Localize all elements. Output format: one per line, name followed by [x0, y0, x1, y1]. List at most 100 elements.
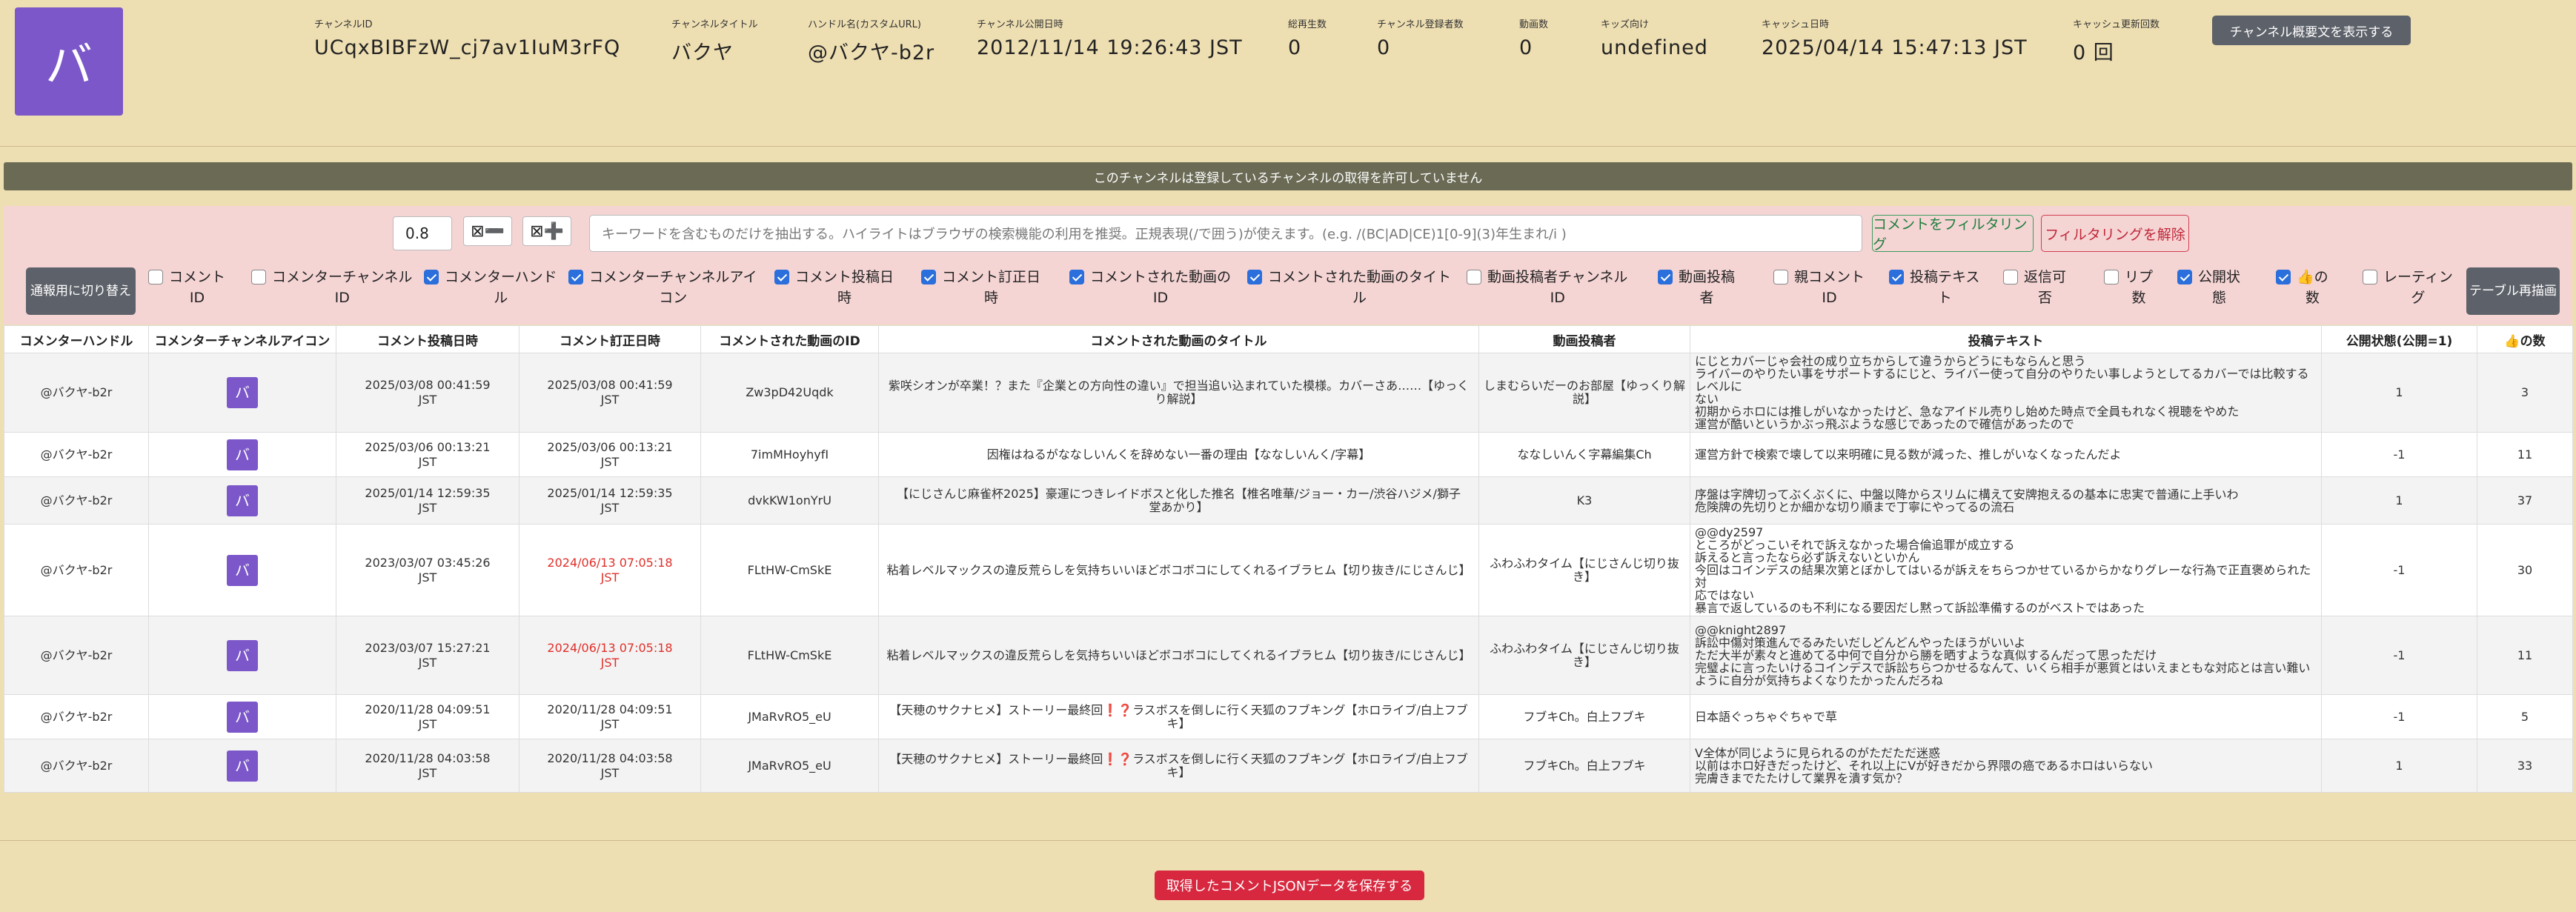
switch-report-mode-button[interactable]: 通報用に切り替え [26, 267, 136, 315]
column-toggle-checkbox[interactable] [1247, 270, 1262, 284]
cell-posted: 2025/03/06 00:13:21 JST [336, 432, 519, 477]
column-toggle[interactable]: コメンターハンド ル [424, 267, 557, 308]
table-row[interactable]: @バクヤ-b2r バ 2025/03/06 00:13:21 JST 2025/03/… [4, 432, 2573, 477]
column-header[interactable]: 投稿テキスト [1690, 325, 2322, 353]
column-header[interactable]: コメント訂正日時 [519, 325, 701, 353]
commenter-avatar[interactable]: バ [227, 377, 258, 408]
column-toggle[interactable]: 公開状 態 [2177, 267, 2240, 308]
cell-handle: @バクヤ-b2r [4, 694, 149, 739]
commenter-avatar[interactable]: バ [227, 750, 258, 782]
column-toggle[interactable]: コメントされた動画の ID [1069, 267, 1231, 308]
cell-posted: 2020/11/28 04:09:51 JST [336, 694, 519, 739]
column-toggle[interactable]: 動画投稿者チャンネル ID [1467, 267, 1627, 308]
cell-uploader: K3 [1478, 476, 1690, 525]
cell-public: -1 [2321, 432, 2477, 477]
table-row[interactable]: @バクヤ-b2r バ 2023/03/07 03:45:26 JST 2024/06/… [4, 524, 2573, 616]
column-toggle[interactable]: 返信可 否 [2003, 267, 2066, 308]
threshold-input[interactable]: 0.8 [393, 216, 452, 250]
column-header[interactable]: 👍の数 [2477, 325, 2573, 353]
keyword-search-input[interactable]: キーワードを含むものだけを抽出する。ハイライトはブラウザの検索機能の利用を推奨。… [589, 215, 1862, 252]
cell-text: 日本語ぐっちゃぐちゃで草 [1690, 694, 2322, 739]
column-header[interactable]: コメンターチャンネルアイコン [148, 325, 336, 353]
column-toggle[interactable]: コメンターチャンネル ID [251, 267, 412, 308]
column-toggle-checkbox[interactable] [2363, 270, 2377, 284]
table-row[interactable]: @バクヤ-b2r バ 2025/03/08 00:41:59 JST 2025/03/… [4, 353, 2573, 433]
zoom-out-button[interactable]: ⊠➖ [463, 216, 512, 246]
cell-public: 1 [2321, 353, 2477, 433]
commenter-avatar[interactable]: バ [227, 439, 258, 470]
cell-edited: 2025/01/14 12:59:35 JST [519, 476, 701, 525]
column-header[interactable]: コメントされた動画のID [700, 325, 879, 353]
column-toggle-checkbox[interactable] [1467, 270, 1481, 284]
zoom-in-button[interactable]: ⊠➕ [522, 216, 571, 246]
column-header[interactable]: コメント投稿日時 [336, 325, 519, 353]
cell-text: にじとカバーじゃ会社の成り立ちからして違うからどうにもならんと思う ライバーのや… [1690, 353, 2322, 433]
cell-public: 1 [2321, 476, 2477, 525]
cell-video-id: dvkKW1onYrU [700, 476, 879, 525]
comments-table-wrapper: コメンターハンドル コメンターチャンネルアイコン コメント投稿日時 コメント訂正日時コ… [4, 325, 2573, 793]
cell-likes: 11 [2477, 616, 2573, 695]
column-header[interactable]: 公開状態(公開=1) [2321, 325, 2477, 353]
column-toggle-checkbox[interactable] [148, 270, 163, 284]
column-toggle-checkbox[interactable] [1658, 270, 1673, 284]
commenter-avatar[interactable]: バ [227, 639, 258, 671]
commenter-avatar[interactable]: バ [227, 701, 258, 733]
cell-icon: バ [148, 476, 336, 525]
cell-video-id: JMaRvRO5_eU [700, 694, 879, 739]
cell-handle: @バクヤ-b2r [4, 476, 149, 525]
column-toggle[interactable]: コメントされた動画のタイト ル [1247, 267, 1451, 308]
column-toggle-checkbox[interactable] [2177, 270, 2192, 284]
commenter-avatar[interactable]: バ [227, 554, 258, 586]
channel-field-value: 2025/04/14 15:47:13 JST [1762, 36, 2028, 59]
column-toggle[interactable]: 親コメント ID [1773, 267, 1865, 308]
column-toggle-checkbox[interactable] [2003, 270, 2018, 284]
column-header[interactable]: コメンターハンドル [4, 325, 149, 353]
redraw-table-button[interactable]: テーブル再描画 [2466, 267, 2560, 315]
table-row[interactable]: @バクヤ-b2r バ 2020/11/28 04:09:51 JST 2020/11/… [4, 694, 2573, 739]
column-header[interactable]: コメントされた動画のタイトル [878, 325, 1479, 353]
channel-field-label: チャンネルID [314, 19, 373, 30]
column-toggle-checkbox[interactable] [251, 270, 266, 284]
column-toggle[interactable]: リプ 数 [2104, 267, 2153, 308]
cell-posted: 2025/01/14 12:59:35 JST [336, 476, 519, 525]
table-row[interactable]: @バクヤ-b2r バ 2020/11/28 04:03:58 JST 2020/11/… [4, 739, 2573, 793]
table-row[interactable]: @バクヤ-b2r バ 2023/03/07 15:27:21 JST 2024/06/… [4, 616, 2573, 695]
cell-text: 運営方針で検索で壊して以来明確に見る数が減った、推しがいなくなったんだよ [1690, 432, 2322, 477]
column-toggle-checkbox[interactable] [1069, 270, 1084, 284]
column-toggle-checkbox[interactable] [921, 270, 936, 284]
column-toggle[interactable]: 動画投稿 者 [1658, 267, 1735, 308]
column-toggle[interactable]: コメント訂正日 時 [921, 267, 1040, 308]
column-toggle[interactable]: レーティン グ [2363, 267, 2453, 308]
show-summary-button[interactable]: チャンネル概要文を表示する [2212, 16, 2411, 45]
column-toggle[interactable]: コメント ID [148, 267, 225, 308]
cell-uploader: フブキCh。白上フブキ [1478, 739, 1690, 793]
column-toggle[interactable]: コメンターチャンネルアイ コン [568, 267, 757, 308]
cell-video-id: 7imMHoyhyfI [700, 432, 879, 477]
cell-public: 1 [2321, 739, 2477, 793]
column-toggle-checkbox[interactable] [2276, 270, 2291, 284]
cell-icon: バ [148, 616, 336, 695]
column-toggle-checkbox[interactable] [568, 270, 583, 284]
column-toggle-checkbox[interactable] [1889, 270, 1904, 284]
channel-field-value: UCqxBIBFzW_cj7av1IuM3rFQ [314, 36, 621, 59]
column-toggle-checkbox[interactable] [774, 270, 789, 284]
cell-video-title: 紫咲シオンが卒業！？また『企業との方向性の違い』で担当追い込まれていた模様。カバ… [878, 353, 1479, 433]
column-toggle-checkbox[interactable] [2104, 270, 2119, 284]
commenter-avatar[interactable]: バ [227, 485, 258, 516]
column-toggle-checkbox[interactable] [424, 270, 439, 284]
save-json-button[interactable]: 取得したコメントJSONデータを保存する [1155, 871, 1424, 900]
cell-likes: 37 [2477, 476, 2573, 525]
table-row[interactable]: @バクヤ-b2r バ 2025/01/14 12:59:35 JST 2025/01/… [4, 476, 2573, 525]
cell-likes: 30 [2477, 524, 2573, 616]
channel-field-label: チャンネル登録者数 [1377, 19, 1464, 30]
channel-field: キャッシュ日時 2025/04/14 15:47:13 JST [1762, 16, 2028, 59]
column-header[interactable]: 動画投稿者 [1478, 325, 1690, 353]
filter-comments-button[interactable]: コメントをフィルタリング [1872, 215, 2034, 253]
clear-filter-button[interactable]: フィルタリングを解除 [2041, 215, 2189, 252]
column-toggle[interactable]: 👍の 数 [2276, 267, 2328, 308]
channel-field-value: 0 [1519, 36, 1533, 59]
column-toggle-checkbox[interactable] [1773, 270, 1788, 284]
column-toggle[interactable]: 投稿テキス ト [1889, 267, 1979, 308]
cell-likes: 5 [2477, 694, 2573, 739]
column-toggle[interactable]: コメント投稿日 時 [774, 267, 894, 308]
